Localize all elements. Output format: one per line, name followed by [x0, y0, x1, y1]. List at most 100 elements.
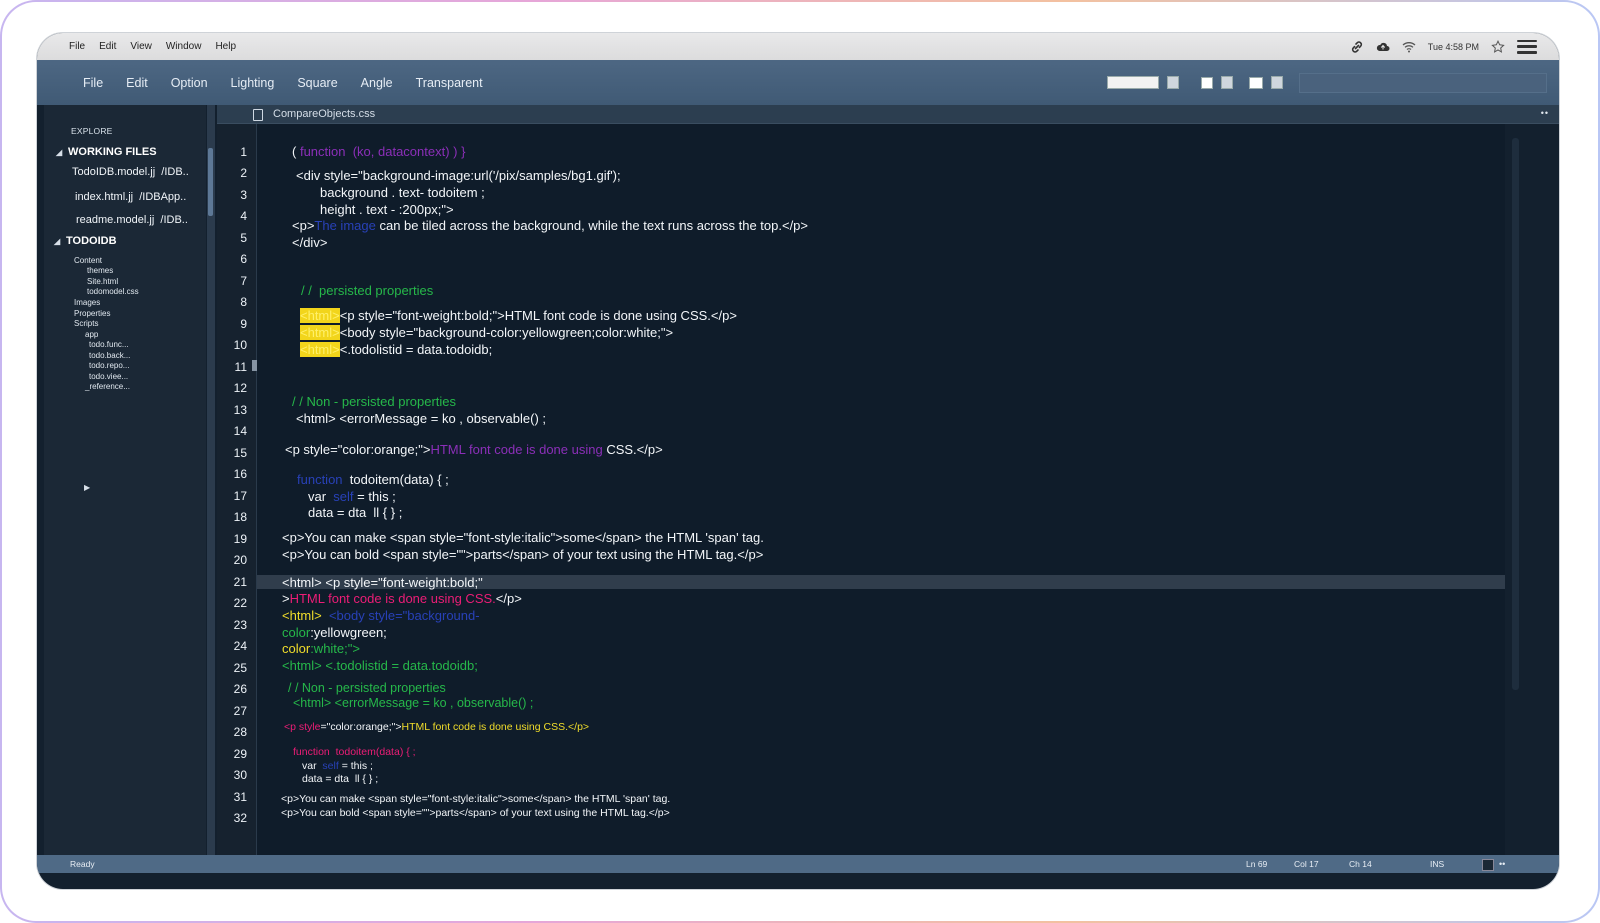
app-menu-lighting[interactable]: Lighting	[231, 76, 275, 90]
status-options-icon[interactable]: ••	[1499, 859, 1505, 869]
editor-window: File Edit View Window Help Tue 4:58 PM F…	[37, 33, 1559, 889]
tab-compareobjects[interactable]: CompareObjects.css	[273, 108, 375, 120]
line-number: 1	[240, 145, 247, 159]
code-line: height . text - :200px;">	[320, 202, 454, 217]
code-line: color:white;">	[282, 641, 360, 656]
line-number: 24	[233, 639, 247, 653]
working-file-item[interactable]: readme.model.jj /IDB..	[76, 214, 188, 226]
tree-item[interactable]: todo.viee...	[89, 372, 128, 381]
collapse-triangle-icon[interactable]: ◢	[56, 148, 62, 157]
app-menu-angle[interactable]: Angle	[361, 76, 393, 90]
line-number: 14	[233, 424, 247, 438]
code-line: var self = this ;	[302, 760, 373, 772]
status-insert-mode[interactable]: INS	[1430, 859, 1444, 869]
code-line: function todoitem(data) { ;	[297, 472, 449, 487]
code-line: <html><p style="font-weight:bold;">HTML …	[300, 308, 737, 323]
tree-item[interactable]: todo.repo...	[89, 361, 129, 370]
code-line: data = dta ll { } ;	[308, 505, 403, 520]
system-menu-edit[interactable]: Edit	[99, 41, 116, 52]
tree-item[interactable]: todo.back...	[89, 351, 130, 360]
line-number: 2	[240, 166, 247, 180]
code-line: <div style="background-image:url('/pix/s…	[296, 168, 621, 183]
tree-item[interactable]: _reference...	[85, 382, 130, 391]
color-stepper[interactable]	[1221, 76, 1233, 89]
status-column[interactable]: Col 17	[1294, 859, 1319, 869]
link-icon[interactable]	[1350, 40, 1364, 54]
status-indicator-icon[interactable]	[1482, 859, 1494, 871]
working-files-header[interactable]: ◢ WORKING FILES	[56, 146, 157, 158]
system-menu-help[interactable]: Help	[215, 41, 236, 52]
code-editor[interactable]: ( function (ko, datacontext) ) } <div st…	[257, 124, 1505, 855]
app-menu-edit[interactable]: Edit	[126, 76, 148, 90]
tree-item[interactable]: themes	[87, 266, 113, 275]
code-line: <p style="color:orange;">HTML font code …	[284, 721, 590, 733]
fill-stepper[interactable]	[1271, 76, 1283, 89]
code-line: ( function (ko, datacontext) ) }	[292, 144, 466, 159]
editor-scrollbar-thumb[interactable]	[1512, 138, 1519, 690]
tree-item[interactable]: Site.html	[87, 277, 118, 286]
system-status-area: Tue 4:58 PM	[1350, 39, 1537, 54]
working-file-item[interactable]: TodoIDB.model.jj /IDB..	[72, 166, 189, 178]
system-menu-window[interactable]: Window	[166, 41, 202, 52]
system-menu: File Edit View Window Help	[69, 41, 236, 52]
line-number: 21	[233, 575, 247, 589]
code-line: <html> <errorMessage = ko , observable()…	[293, 696, 534, 710]
size-input[interactable]	[1107, 76, 1159, 89]
tree-item[interactable]: todo.func...	[89, 340, 129, 349]
app-menu-transparent[interactable]: Transparent	[416, 76, 483, 90]
color-swatch-button[interactable]	[1201, 76, 1213, 89]
status-line[interactable]: Ln 69	[1246, 859, 1267, 869]
code-line: function todoitem(data) { ;	[293, 746, 416, 758]
line-number: 18	[233, 510, 247, 524]
file-icon	[253, 109, 263, 121]
explore-label: EXPLORE	[71, 126, 113, 136]
toolbar-search-input[interactable]	[1299, 72, 1547, 93]
cloud-icon[interactable]	[1376, 40, 1390, 54]
line-number: 9	[240, 317, 247, 331]
line-number: 7	[240, 274, 247, 288]
project-header[interactable]: ◢ TODOIDB	[54, 235, 117, 247]
app-menu-option[interactable]: Option	[171, 76, 208, 90]
system-menu-view[interactable]: View	[130, 41, 152, 52]
line-number: 28	[233, 725, 247, 739]
tree-item[interactable]: todomodel.css	[87, 287, 139, 296]
line-number-gutter: 1 2 3 4 5 6 7 8 9 10 11 12 13 14 15 16 1…	[217, 124, 257, 855]
code-line: </div>	[292, 235, 328, 250]
app-menu-file[interactable]: File	[83, 76, 103, 90]
status-char[interactable]: Ch 14	[1349, 859, 1372, 869]
expand-arrow-icon[interactable]: ▶	[84, 483, 90, 492]
line-number: 17	[233, 489, 247, 503]
tab-options-icon[interactable]: ••	[1541, 108, 1549, 118]
app-menu-square[interactable]: Square	[297, 76, 337, 90]
code-line: <html> <.todolistid = data.todoidb;	[282, 658, 478, 673]
fill-swatch-button[interactable]	[1249, 76, 1263, 89]
line-number: 23	[233, 618, 247, 632]
sidebar-scrollbar-thumb[interactable]	[208, 148, 213, 216]
sidebar-scrollbar[interactable]	[207, 105, 215, 855]
line-number: 22	[233, 596, 247, 610]
wifi-icon[interactable]	[1402, 40, 1416, 54]
tree-item[interactable]: Scripts	[74, 319, 98, 328]
star-icon[interactable]	[1491, 39, 1505, 54]
code-comment: / / persisted properties	[301, 283, 434, 298]
line-number: 20	[233, 553, 247, 567]
app-toolbar: File Edit Option Lighting Square Angle T…	[37, 60, 1559, 105]
code-line: <p>You can bold <span style="">parts</sp…	[281, 807, 670, 819]
tree-item[interactable]: app	[85, 330, 98, 339]
code-line: >HTML font code is done using CSS.</p>	[282, 591, 522, 606]
line-number: 10	[233, 338, 247, 352]
size-stepper[interactable]	[1167, 76, 1179, 89]
clock-text: Tue 4:58 PM	[1427, 41, 1479, 52]
system-menu-bar: File Edit View Window Help Tue 4:58 PM	[37, 33, 1559, 60]
tree-item[interactable]: Images	[74, 298, 100, 307]
tree-item[interactable]: Content	[74, 256, 102, 265]
working-file-item[interactable]: index.html.jj /IDBApp..	[75, 191, 186, 203]
code-line: <p style="color:orange;">HTML font code …	[285, 442, 663, 457]
collapse-triangle-icon[interactable]: ◢	[54, 237, 60, 246]
tree-item[interactable]: Properties	[74, 309, 110, 318]
code-line: <p>You can make <span style="font-style:…	[281, 793, 671, 805]
line-number: 25	[233, 661, 247, 675]
hamburger-menu-icon[interactable]	[1517, 39, 1537, 54]
system-menu-file[interactable]: File	[69, 41, 85, 52]
line-number: 15	[233, 446, 247, 460]
